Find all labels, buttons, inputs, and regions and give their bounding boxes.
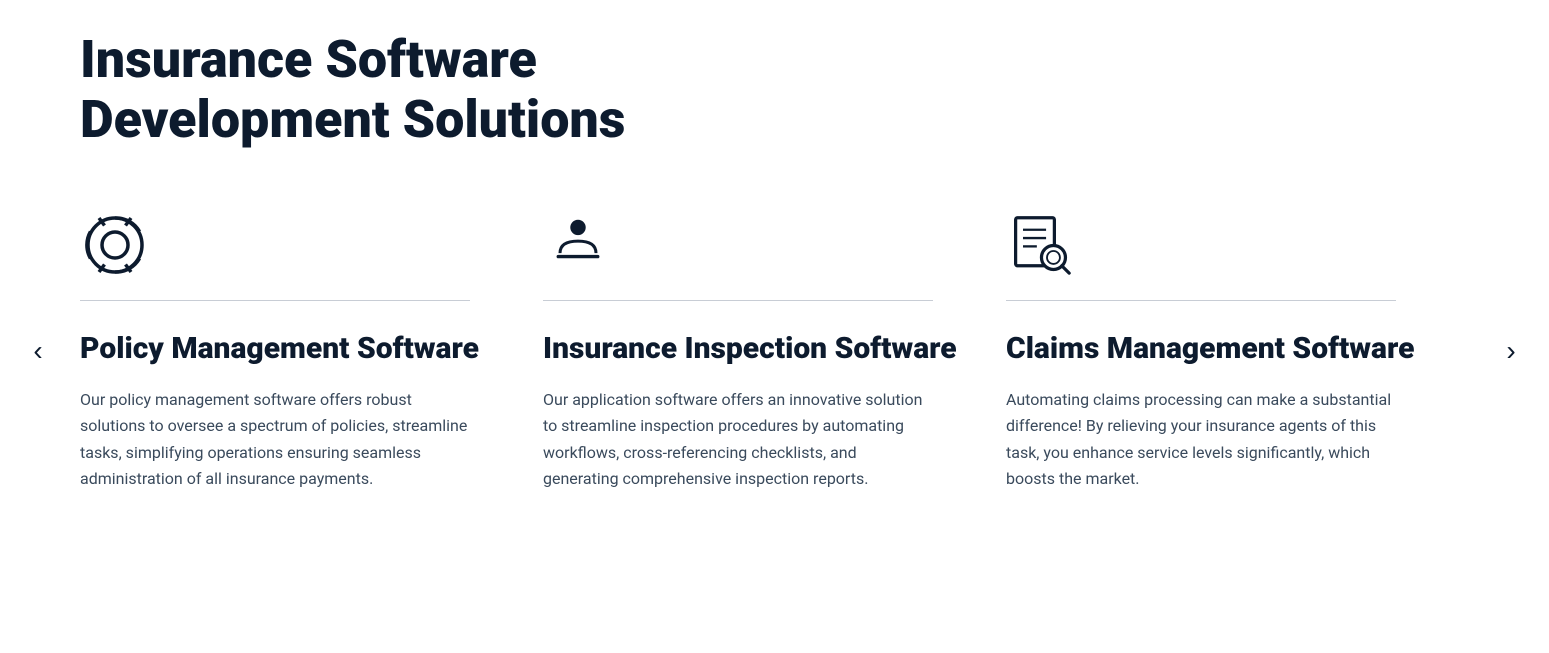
card-divider-inspection: [543, 300, 933, 302]
next-arrow-button[interactable]: ›: [1493, 333, 1529, 369]
card-title-inspection: Insurance Inspection Software: [543, 331, 966, 367]
prev-arrow-button[interactable]: ‹: [20, 333, 56, 369]
prev-arrow-icon: ‹: [33, 335, 42, 367]
card-claims: Claims Management Software Automating cl…: [1006, 210, 1469, 493]
inspection-person-icon: [543, 210, 613, 280]
cards-row: Policy Management Software Our policy ma…: [80, 210, 1469, 493]
lifesaver-icon: [80, 210, 150, 280]
title-line1: Insurance Software: [80, 29, 537, 90]
card-title-claims: Claims Management Software: [1006, 331, 1429, 367]
card-divider-policy: [80, 300, 470, 302]
card-text-policy: Our policy management software offers ro…: [80, 387, 470, 493]
card-title-policy: Policy Management Software: [80, 331, 503, 367]
card-inspection: Insurance Inspection Software Our applic…: [543, 210, 1006, 493]
card-text-inspection: Our application software offers an innov…: [543, 387, 933, 493]
title-line2: Development Solutions: [80, 89, 625, 150]
cards-container: ‹: [80, 210, 1469, 493]
page-wrapper: Insurance Software Development Solutions…: [0, 0, 1549, 653]
document-search-icon: [1006, 210, 1076, 280]
card-policy: Policy Management Software Our policy ma…: [80, 210, 543, 493]
card-divider-claims: [1006, 300, 1396, 302]
page-title: Insurance Software Development Solutions: [80, 30, 780, 150]
next-arrow-icon: ›: [1506, 335, 1515, 367]
card-text-claims: Automating claims processing can make a …: [1006, 387, 1396, 493]
